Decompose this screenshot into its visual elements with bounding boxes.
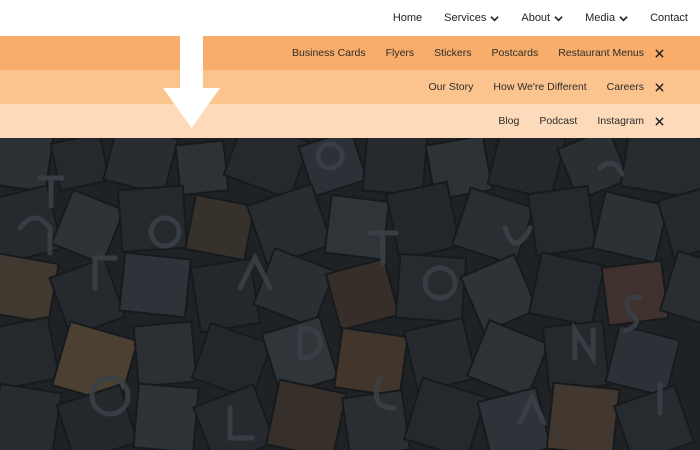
submenu-link-postcards[interactable]: Postcards [492, 47, 539, 59]
submenu-link-restaurant-menus[interactable]: Restaurant Menus [558, 47, 644, 59]
submenu-link-blog[interactable]: Blog [498, 115, 519, 127]
letterpress-blocks-image [0, 138, 700, 450]
close-icon[interactable] [654, 116, 664, 126]
submenu-link-podcast[interactable]: Podcast [539, 115, 577, 127]
nav-item-label: Media [585, 12, 616, 24]
main-nav: Home Services About Media Contact [0, 0, 700, 36]
nav-item-home[interactable]: Home [393, 12, 422, 24]
submenu-about: Our Story How We're Different Careers [0, 70, 700, 104]
nav-item-media[interactable]: Media [585, 12, 628, 24]
nav-item-contact[interactable]: Contact [650, 12, 688, 24]
submenu-link-instagram[interactable]: Instagram [597, 115, 644, 127]
close-icon[interactable] [654, 48, 664, 58]
hero-image [0, 138, 700, 450]
nav-item-label: Services [444, 12, 487, 24]
nav-item-label: Contact [650, 12, 688, 24]
nav-item-about[interactable]: About [521, 12, 563, 24]
submenu-link-how-were-different[interactable]: How We're Different [493, 81, 586, 93]
submenu-link-flyers[interactable]: Flyers [386, 47, 415, 59]
chevron-down-icon [619, 14, 628, 23]
submenu-link-stickers[interactable]: Stickers [434, 47, 471, 59]
close-icon[interactable] [654, 82, 664, 92]
down-arrow-icon [163, 36, 220, 128]
submenu-link-business-cards[interactable]: Business Cards [292, 47, 366, 59]
submenu-media: Blog Podcast Instagram [0, 104, 700, 138]
submenu-link-our-story[interactable]: Our Story [428, 81, 473, 93]
nav-item-services[interactable]: Services [444, 12, 500, 24]
submenu-link-careers[interactable]: Careers [607, 81, 644, 93]
submenu-services: Business Cards Flyers Stickers Postcards… [0, 36, 700, 70]
chevron-down-icon [490, 14, 500, 23]
chevron-down-icon [554, 14, 563, 23]
nav-item-label: Home [392, 12, 423, 24]
nav-item-label: About [521, 12, 551, 24]
